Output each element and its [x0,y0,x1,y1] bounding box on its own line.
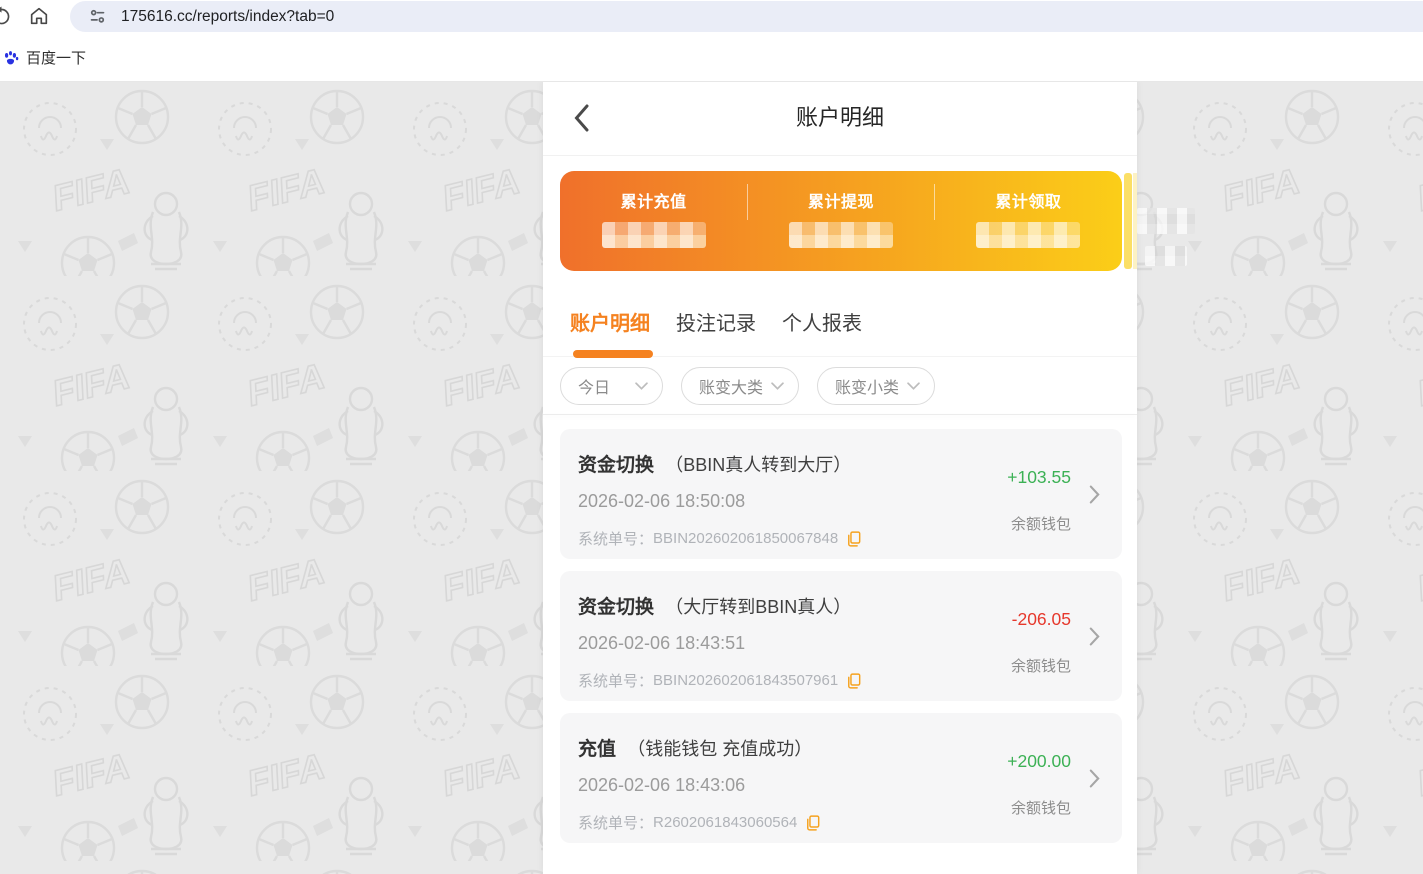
summary-label: 累计充值 [621,188,687,212]
tab-personal-report[interactable]: 个人报表 [782,307,862,336]
transaction-order-row: 系统单号： BBIN202602061843507961 [578,670,861,691]
transaction-title: 资金切换 （大厅转到BBIN真人） [578,592,851,619]
chevron-down-icon [771,382,784,390]
copy-icon[interactable] [846,673,861,689]
filter-label: 账变大类 [699,374,763,398]
address-bar[interactable]: 175616.cc/reports/index?tab=0 [70,1,1423,32]
copy-icon[interactable] [805,815,820,831]
transaction-amount: +200.00 [1007,751,1071,772]
bookmarks-bar: 百度一下 [0,33,1423,82]
baidu-favicon [2,49,19,66]
chevron-right-icon[interactable] [1089,627,1100,646]
transaction-order-row: 系统单号： BBIN202602061850067848 [578,528,861,549]
censor-patch [1137,208,1195,234]
transaction-datetime: 2026-02-06 18:43:51 [578,633,745,654]
transaction-type: 资金切换 [578,597,654,618]
wallet-label: 余额钱包 [1011,513,1071,534]
order-label: 系统单号： [578,528,653,549]
browser-toolbar: 175616.cc/reports/index?tab=0 [0,0,1423,33]
tab-bet-records[interactable]: 投注记录 [676,307,756,336]
censor-patch [1145,246,1187,266]
transaction-amount: -206.05 [1012,609,1071,630]
screen: FIFA [0,0,1423,874]
minor-category-dropdown[interactable]: 账变小类 [817,367,935,405]
bookmark-baidu[interactable]: 百度一下 [2,45,86,69]
home-icon[interactable] [28,5,50,27]
transaction-title: 资金切换 （BBIN真人转到大厅） [578,450,851,477]
account-detail-page: 账户明细 累计充值 累计提现 累计领取 账户明细 投注记录 个人报 [543,81,1137,874]
order-number: BBIN202602061850067848 [653,530,838,547]
wallet-label: 余额钱包 [1011,655,1071,676]
tab-account-detail[interactable]: 账户明细 [570,307,650,336]
url-text[interactable]: 175616.cc/reports/index?tab=0 [121,1,334,32]
order-label: 系统单号： [578,812,653,833]
transaction-row[interactable]: 充值 （钱能钱包 充值成功） 2026-02-06 18:43:06 系统单号：… [560,713,1122,843]
chevron-down-icon [635,382,648,390]
page-header: 账户明细 [543,81,1137,156]
transaction-title: 充值 （钱能钱包 充值成功） [578,734,812,761]
transaction-detail: （钱能钱包 充值成功） [627,739,812,759]
summary-total-deposit: 累计充值 [560,171,747,271]
order-number: R2602061843060564 [653,814,797,831]
transaction-detail: （大厅转到BBIN真人） [665,597,851,617]
chevron-right-icon[interactable] [1089,769,1100,788]
redacted-value [602,222,706,248]
transaction-type: 资金切换 [578,455,654,476]
major-category-dropdown[interactable]: 账变大类 [681,367,799,405]
summary-label: 累计领取 [995,188,1061,212]
chevron-down-icon [907,382,920,390]
transaction-amount: +103.55 [1007,467,1071,488]
copy-icon[interactable] [846,531,861,547]
page-title: 账户明细 [543,81,1137,155]
filter-label: 账变小类 [835,374,899,398]
transaction-datetime: 2026-02-06 18:50:08 [578,491,745,512]
transaction-order-row: 系统单号： R2602061843060564 [578,812,820,833]
filter-row: 今日 账变大类 账变小类 [560,367,935,405]
summary-banner: 累计充值 累计提现 累计领取 [560,171,1122,271]
bookmark-label: 百度一下 [26,47,86,68]
next-banner-card-peek [1124,173,1132,269]
chevron-right-icon[interactable] [1089,485,1100,504]
order-label: 系统单号： [578,670,653,691]
summary-total-withdraw: 累计提现 [747,171,934,271]
transaction-detail: （BBIN真人转到大厅） [665,455,851,475]
transaction-row[interactable]: 资金切换 （BBIN真人转到大厅） 2026-02-06 18:50:08 系统… [560,429,1122,559]
banner-divider [934,184,935,220]
site-settings-icon[interactable] [89,8,106,25]
next-banner-card-peek [1133,173,1137,269]
filter-label: 今日 [578,374,610,398]
transaction-row[interactable]: 资金切换 （大厅转到BBIN真人） 2026-02-06 18:43:51 系统… [560,571,1122,701]
active-tab-underline [573,350,653,358]
reload-icon[interactable] [0,6,12,27]
panel-shadow-edge [543,414,1137,415]
summary-label: 累计提现 [808,188,874,212]
banner-divider [747,184,748,220]
redacted-value [789,222,893,248]
transaction-datetime: 2026-02-06 18:43:06 [578,775,745,796]
report-tabs: 账户明细 投注记录 个人报表 [570,307,862,336]
summary-total-claimed: 累计领取 [935,171,1122,271]
wallet-label: 余额钱包 [1011,797,1071,818]
redacted-value [976,222,1080,248]
transaction-type: 充值 [578,739,616,760]
date-filter-dropdown[interactable]: 今日 [560,367,663,405]
order-number: BBIN202602061843507961 [653,672,838,689]
